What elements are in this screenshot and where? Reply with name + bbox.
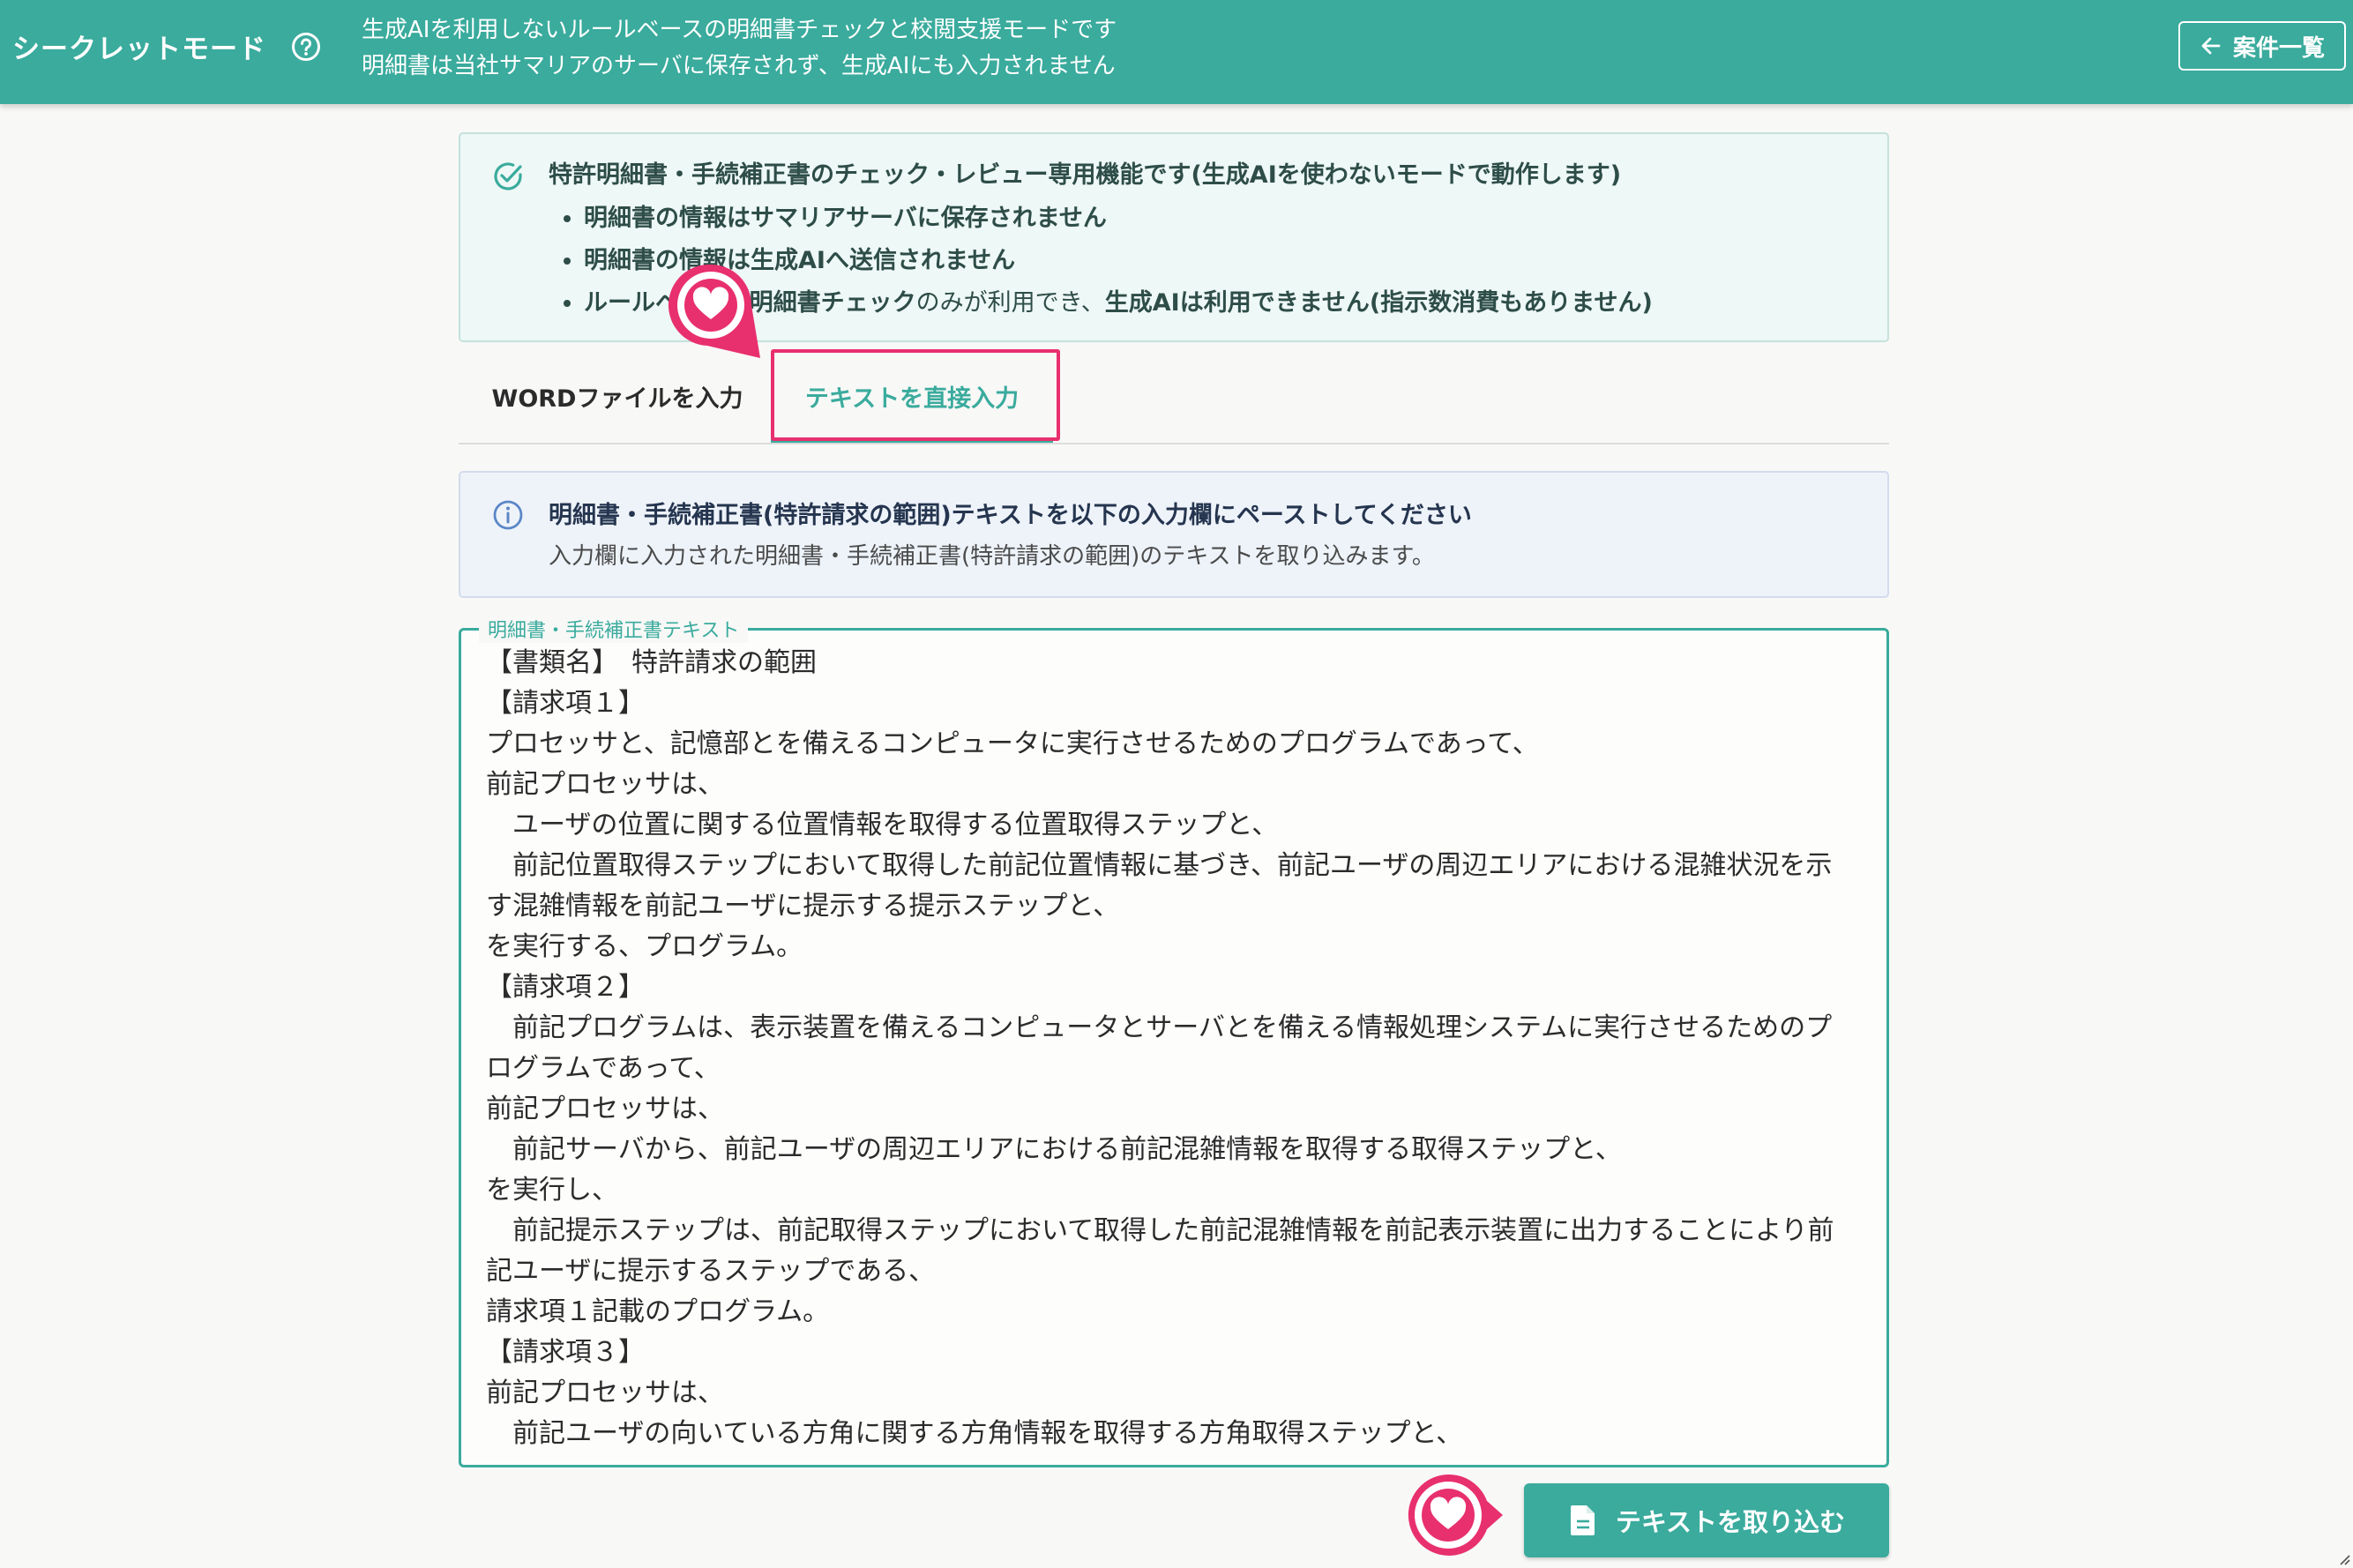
help-circle-icon[interactable]: [291, 32, 321, 62]
notice-title: 特許明細書・手続補正書のチェック・レビュー専用機能です(生成AIを使わないモード…: [549, 161, 1622, 189]
info-title: 明細書・手続補正書(特許請求の範囲)テキストを以下の入力欄にペーストしてください: [549, 502, 1472, 529]
input-mode-tabs: WORDファイルを入力 テキストを直接入力: [459, 351, 1889, 444]
heart-pointer-icon: [668, 264, 760, 358]
specification-text-field[interactable]: 明細書・手続補正書テキスト 【書類名】 特許請求の範囲 【請求項１】 プロセッサ…: [459, 615, 1889, 1467]
back-to-cases-button[interactable]: 案件一覧: [2178, 21, 2346, 71]
paste-instructions: 明細書・手続補正書(特許請求の範囲)テキストを以下の入力欄にペーストしてください…: [459, 471, 1889, 598]
mode-description: 生成AIを利用しないルールベースの明細書チェックと校閲支援モードです 明細書は当…: [362, 12, 1117, 85]
top-header: シークレットモード 生成AIを利用しないルールベースの明細書チェックと校閲支援モ…: [0, 0, 2353, 104]
info-circle-icon: [493, 500, 523, 530]
notice-item-part: のみが利用でき、: [915, 289, 1105, 317]
heart-pointer-icon: [1408, 1474, 1503, 1556]
mode-title: シークレットモード: [12, 34, 266, 65]
document-icon: [1570, 1505, 1595, 1535]
arrow-left-icon: [2201, 37, 2221, 55]
text-field-label: 明細書・手続補正書テキスト: [479, 615, 749, 643]
notice-item-part: 生成AIは利用できません(指示数消費もありません): [1104, 289, 1653, 317]
resize-grip-icon[interactable]: [2339, 1554, 2351, 1566]
mode-description-line1: 生成AIを利用しないルールベースの明細書チェックと校閲支援モードです: [362, 17, 1117, 43]
info-description: 入力欄に入力された明細書・手続補正書(特許請求の範囲)のテキストを取り込みます。: [549, 543, 1435, 570]
specification-textarea[interactable]: 【書類名】 特許請求の範囲 【請求項１】 プロセッサと、記憶部とを備えるコンピュ…: [486, 643, 1851, 1456]
mode-description-line2: 明細書は当社サマリアのサーバに保存されず、生成AIにも入力されません: [362, 53, 1116, 79]
notice-item: 明細書の情報はサマリアサーバに保存されません: [584, 198, 1653, 240]
check-circle-icon: [494, 162, 522, 190]
import-text-button[interactable]: テキストを取り込む: [1524, 1483, 1889, 1557]
tab-highlight-frame: [771, 349, 1060, 441]
tab-word-file[interactable]: WORDファイルを入力: [459, 351, 776, 441]
back-button-label: 案件一覧: [2232, 34, 2325, 62]
import-button-label: テキストを取り込む: [1615, 1507, 1846, 1537]
